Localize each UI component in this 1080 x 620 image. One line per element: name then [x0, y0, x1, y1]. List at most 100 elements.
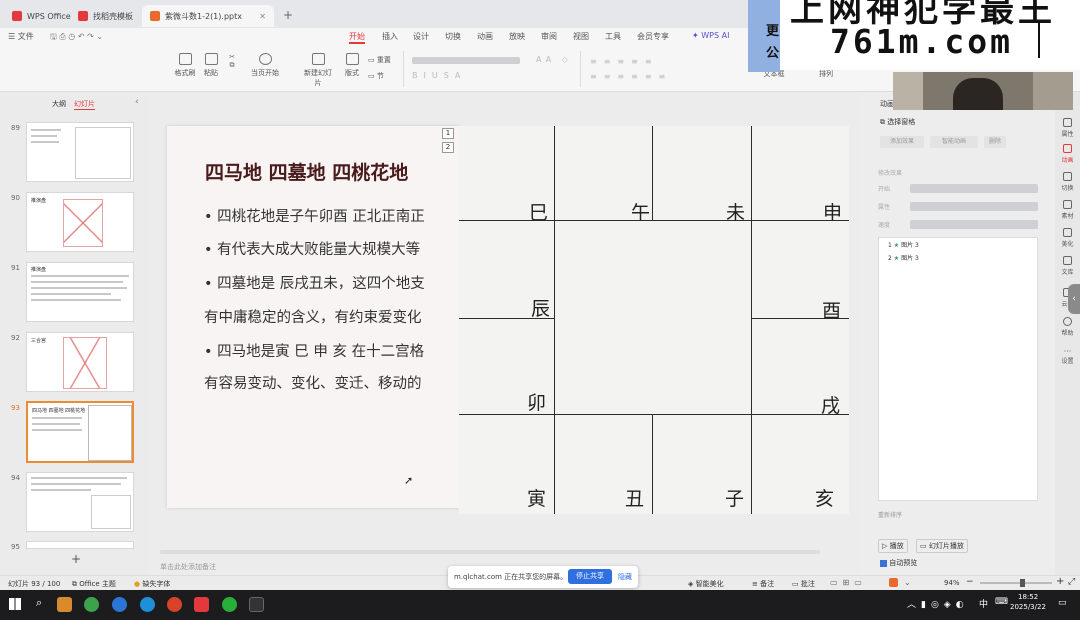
system-tray-icons[interactable]: ︿▮◎◈◐: [907, 597, 969, 610]
smart-animation-button[interactable]: 智能动画: [930, 136, 978, 148]
speed-select[interactable]: [910, 220, 1038, 229]
select-pane-button[interactable]: ⧉ 选择窗格: [880, 117, 915, 127]
side-beautify-button[interactable]: 美化: [1055, 228, 1080, 248]
smart-beautify-button[interactable]: ◈ 智能美化: [688, 579, 724, 589]
format-painter-button[interactable]: 格式刷: [172, 53, 198, 78]
zoom-in-icon[interactable]: +: [1056, 576, 1064, 587]
menu-animation[interactable]: 动画: [477, 31, 493, 42]
font-size-icons[interactable]: AA ◇: [536, 55, 572, 64]
animation-item-2[interactable]: 2 ★ 图片 3: [888, 253, 919, 262]
notes-toggle[interactable]: ≡ 备注: [752, 579, 774, 589]
zoom-slider[interactable]: [980, 582, 1052, 584]
tab-wps-office[interactable]: WPS Office: [4, 5, 79, 27]
bullet-text[interactable]: • 四马地是寅 巳 申 亥 在十二宫格: [204, 340, 460, 361]
menu-slideshow[interactable]: 放映: [509, 31, 525, 42]
slide-thumbnail-94[interactable]: [26, 472, 134, 532]
zoom-out-icon[interactable]: −: [966, 577, 974, 587]
wps-taskbar-icon[interactable]: [194, 597, 209, 612]
hide-button[interactable]: 隐藏: [618, 572, 632, 582]
slide-thumbnail-92[interactable]: 三合宫: [26, 332, 134, 392]
app-blue-icon[interactable]: [112, 597, 127, 612]
auto-preview-checkbox[interactable]: 自动预览: [880, 558, 917, 568]
menu-transition[interactable]: 切换: [445, 31, 461, 42]
new-slide-button[interactable]: 新建幻灯片: [302, 53, 334, 88]
side-library-button[interactable]: 文库: [1055, 256, 1080, 276]
menu-design[interactable]: 设计: [413, 31, 429, 42]
twelve-palace-grid-image[interactable]: 巳 午 未 申 辰 酉 卯 戌 寅 丑 子 亥: [459, 126, 849, 514]
collapse-panel-icon[interactable]: ‹: [135, 97, 139, 107]
fit-window-icon[interactable]: ⤢: [1068, 577, 1075, 587]
bullet-text[interactable]: • 四墓地是 辰戌丑未，这四个地支: [204, 272, 460, 293]
menu-home[interactable]: 开始: [349, 31, 365, 44]
horizontal-scrollbar[interactable]: [160, 550, 820, 554]
menu-file[interactable]: ☰ 文件: [8, 31, 34, 42]
play-current-button[interactable]: 当页开始: [248, 53, 282, 78]
missing-font-indicator[interactable]: ● 缺失字体: [134, 579, 170, 589]
section-button[interactable]: ▭ 节: [368, 71, 396, 81]
slide-thumbnail-90[interactable]: 推演盘: [26, 192, 134, 252]
animation-badge[interactable]: 1: [442, 128, 454, 139]
menu-tools[interactable]: 工具: [605, 31, 621, 42]
slide-thumbnail-89[interactable]: [26, 122, 134, 182]
stop-sharing-button[interactable]: 停止共享: [568, 569, 612, 584]
side-help-button[interactable]: 帮助: [1055, 317, 1080, 337]
outline-tab[interactable]: 大纲: [52, 99, 66, 109]
menu-member[interactable]: 会员专享: [637, 31, 669, 42]
side-animation-button[interactable]: 动画: [1055, 144, 1080, 164]
font-format-icons[interactable]: BIUSA: [412, 71, 466, 80]
zoom-level[interactable]: 94%: [944, 579, 960, 587]
slide-thumbnail-95[interactable]: [26, 541, 134, 549]
zoom-slider-handle[interactable]: [1020, 579, 1025, 587]
side-transition-button[interactable]: 切换: [1055, 172, 1080, 192]
side-property-button[interactable]: 属性: [1055, 118, 1080, 138]
side-settings-button[interactable]: ··· 设置: [1055, 347, 1080, 365]
font-name-box[interactable]: [412, 57, 520, 64]
slideshow-play-icon[interactable]: [889, 578, 898, 587]
quick-access-icons[interactable]: 🖫 ⎙ ◷ ↶ ↷ ⌄: [50, 31, 103, 45]
dropdown-icon[interactable]: ⌄: [904, 578, 911, 587]
slide-title[interactable]: 四马地 四墓地 四桃花地: [205, 158, 408, 185]
reset-button[interactable]: ▭ 重置: [368, 55, 396, 65]
slides-tab[interactable]: 幻灯片: [74, 99, 95, 110]
property-select[interactable]: [910, 202, 1038, 211]
arrange-button[interactable]: 排列: [812, 69, 840, 79]
cut-copy-icons[interactable]: ✂ ⧉: [226, 53, 238, 70]
menu-insert[interactable]: 插入: [382, 31, 398, 42]
add-effect-button[interactable]: 添加效果: [880, 136, 924, 148]
search-icon[interactable]: ⌕: [36, 596, 42, 610]
notes-placeholder[interactable]: 单击此处添加备注: [160, 562, 216, 572]
slideshow-button[interactable]: ▭ 幻灯片播放: [916, 539, 968, 553]
edge-icon[interactable]: [140, 597, 155, 612]
menu-view[interactable]: 视图: [573, 31, 589, 42]
wechat-icon[interactable]: [222, 597, 237, 612]
animation-item-1[interactable]: 1 ★ 图片 3: [888, 240, 919, 249]
comments-toggle[interactable]: ▭ 批注: [792, 579, 815, 589]
menu-review[interactable]: 审阅: [541, 31, 557, 42]
paragraph-icons[interactable]: ≡≡≡≡≡: [590, 57, 659, 66]
slide-thumbnail-93-selected[interactable]: 四马地 四墓地 四桃花地: [26, 401, 134, 463]
align-icons[interactable]: ≡≡≡≡≡≡: [590, 72, 672, 81]
delete-effect-button[interactable]: 删除: [984, 136, 1006, 148]
view-mode-icons[interactable]: ▭⊞▭: [830, 578, 867, 587]
side-material-button[interactable]: 素材: [1055, 200, 1080, 220]
theme-indicator[interactable]: ⧉ Office 主题: [72, 579, 116, 589]
bullet-text[interactable]: • 有代表大成大败能量大规模大等: [204, 238, 460, 259]
chrome-icon[interactable]: [167, 597, 182, 612]
ime-indicator[interactable]: 中: [979, 597, 988, 610]
add-slide-icon[interactable]: +: [71, 552, 81, 566]
bullet-text[interactable]: 有容易变动、变化、变迁、移动的: [204, 372, 460, 393]
file-explorer-icon[interactable]: [57, 597, 72, 612]
tab-template[interactable]: 找稻壳模板: [70, 5, 141, 27]
bullet-text[interactable]: 有中庸稳定的含义，有约束爱变化: [204, 306, 460, 327]
paste-button[interactable]: 粘贴: [200, 53, 222, 78]
bullet-text[interactable]: • 四桃花地是子午卯酉 正北正南正: [204, 205, 460, 226]
start-select[interactable]: [910, 184, 1038, 193]
play-button[interactable]: ▷ 播放: [878, 539, 908, 553]
reorder-label[interactable]: 重新排序: [878, 510, 902, 519]
app-green-icon[interactable]: [84, 597, 99, 612]
slide-thumbnail-91[interactable]: 推演盘: [26, 262, 134, 322]
new-tab-icon[interactable]: +: [283, 8, 293, 22]
keyboard-icon[interactable]: ⌨: [995, 597, 1008, 607]
tab-pptx[interactable]: 紫微斗数1-2(1).pptx ✕: [142, 5, 274, 27]
terminal-icon[interactable]: [249, 597, 264, 612]
